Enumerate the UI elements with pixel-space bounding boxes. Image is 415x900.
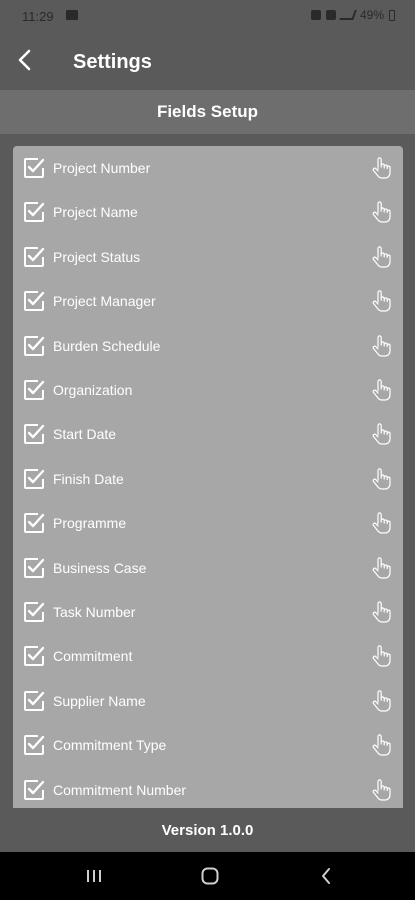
field-row[interactable]: Start Date [13, 412, 403, 456]
checkbox-checked-icon[interactable] [23, 290, 45, 312]
mute-icon [325, 10, 336, 20]
field-label: Programme [53, 515, 127, 532]
chevron-left-icon [18, 49, 31, 71]
field-label: Commitment [53, 648, 133, 665]
app-header: Settings [0, 32, 415, 90]
version-label: Version 1.0.0 [0, 808, 415, 852]
drag-hand-icon[interactable] [370, 733, 392, 757]
drag-hand-icon[interactable] [370, 422, 392, 446]
field-row[interactable]: Programme [13, 501, 403, 545]
field-label: Project Number [53, 160, 151, 176]
back-button[interactable] [10, 45, 40, 75]
field-row[interactable]: Organization [13, 368, 403, 412]
home-icon [201, 867, 219, 885]
checkbox-checked-icon[interactable] [23, 379, 45, 401]
checkbox-checked-icon[interactable] [23, 468, 45, 490]
checkbox-checked-icon[interactable] [23, 779, 45, 801]
field-row[interactable]: Commitment [13, 634, 403, 678]
gallery-notification-icon [66, 10, 78, 20]
checkbox-checked-icon[interactable] [23, 246, 45, 268]
back-arrow-icon [322, 868, 330, 884]
field-row[interactable]: Burden Schedule [13, 324, 403, 368]
checkbox-checked-icon[interactable] [23, 335, 45, 357]
field-row[interactable]: Project Manager [13, 279, 403, 323]
field-label: Commitment Type [53, 737, 167, 754]
field-row[interactable]: Business Case [13, 546, 403, 590]
checkbox-checked-icon[interactable] [23, 157, 45, 179]
field-label: Task Number [53, 604, 136, 620]
fields-list[interactable]: Project Number Project Name Project Status… [13, 146, 403, 808]
system-back-button[interactable] [311, 864, 341, 888]
checkbox-checked-icon[interactable] [23, 557, 45, 579]
recent-apps-icon [87, 870, 101, 882]
field-row[interactable]: Commitment Type [13, 723, 403, 767]
field-label: Finish Date [53, 470, 124, 487]
field-label: Burden Schedule [53, 337, 161, 354]
status-time: 11:29 [22, 9, 54, 24]
home-button[interactable] [195, 864, 225, 888]
field-label: Project Status [53, 248, 141, 265]
page-title: Settings [73, 51, 152, 73]
alarm-icon [310, 10, 321, 20]
checkbox-checked-icon[interactable] [23, 601, 45, 623]
drag-hand-icon[interactable] [370, 289, 392, 313]
battery-percent: 49% [359, 8, 384, 22]
drag-hand-icon[interactable] [370, 334, 392, 358]
field-label: Business Case [53, 559, 147, 576]
drag-hand-icon[interactable] [370, 200, 392, 224]
recent-apps-button[interactable] [79, 864, 109, 888]
field-label: Organization [53, 382, 133, 398]
field-label: Start Date [53, 426, 117, 443]
checkbox-checked-icon[interactable] [23, 201, 45, 223]
system-nav-bar [0, 852, 415, 900]
drag-hand-icon[interactable] [370, 689, 392, 713]
drag-hand-icon[interactable] [370, 378, 392, 402]
field-row[interactable]: Supplier Name [13, 679, 403, 723]
drag-hand-icon[interactable] [370, 644, 392, 668]
checkbox-checked-icon[interactable] [23, 512, 45, 534]
drag-hand-icon[interactable] [370, 778, 392, 802]
drag-hand-icon[interactable] [370, 156, 392, 180]
status-indicators: 49% [310, 8, 395, 22]
checkbox-checked-icon[interactable] [23, 690, 45, 712]
checkbox-checked-icon[interactable] [23, 645, 45, 667]
status-bar: 11:29 49% [0, 0, 415, 32]
field-label: Project Manager [53, 293, 156, 310]
field-row[interactable]: Finish Date [13, 457, 403, 501]
field-row[interactable]: Task Number [13, 590, 403, 634]
battery-icon [389, 9, 395, 21]
signal-icon [339, 10, 357, 20]
section-title: Fields Setup [0, 90, 415, 134]
drag-hand-icon[interactable] [370, 556, 392, 580]
checkbox-checked-icon[interactable] [23, 734, 45, 756]
checkbox-checked-icon[interactable] [23, 423, 45, 445]
drag-hand-icon[interactable] [370, 467, 392, 491]
drag-hand-icon[interactable] [370, 600, 392, 624]
field-label: Project Name [53, 204, 138, 221]
field-row[interactable]: Project Name [13, 190, 403, 234]
field-row[interactable]: Project Status [13, 235, 403, 279]
field-label: Commitment Number [53, 781, 187, 798]
field-label: Supplier Name [53, 692, 146, 709]
field-row[interactable]: Commitment Number [13, 768, 403, 808]
field-row[interactable]: Project Number [13, 146, 403, 190]
drag-hand-icon[interactable] [370, 245, 392, 269]
drag-hand-icon[interactable] [370, 511, 392, 535]
